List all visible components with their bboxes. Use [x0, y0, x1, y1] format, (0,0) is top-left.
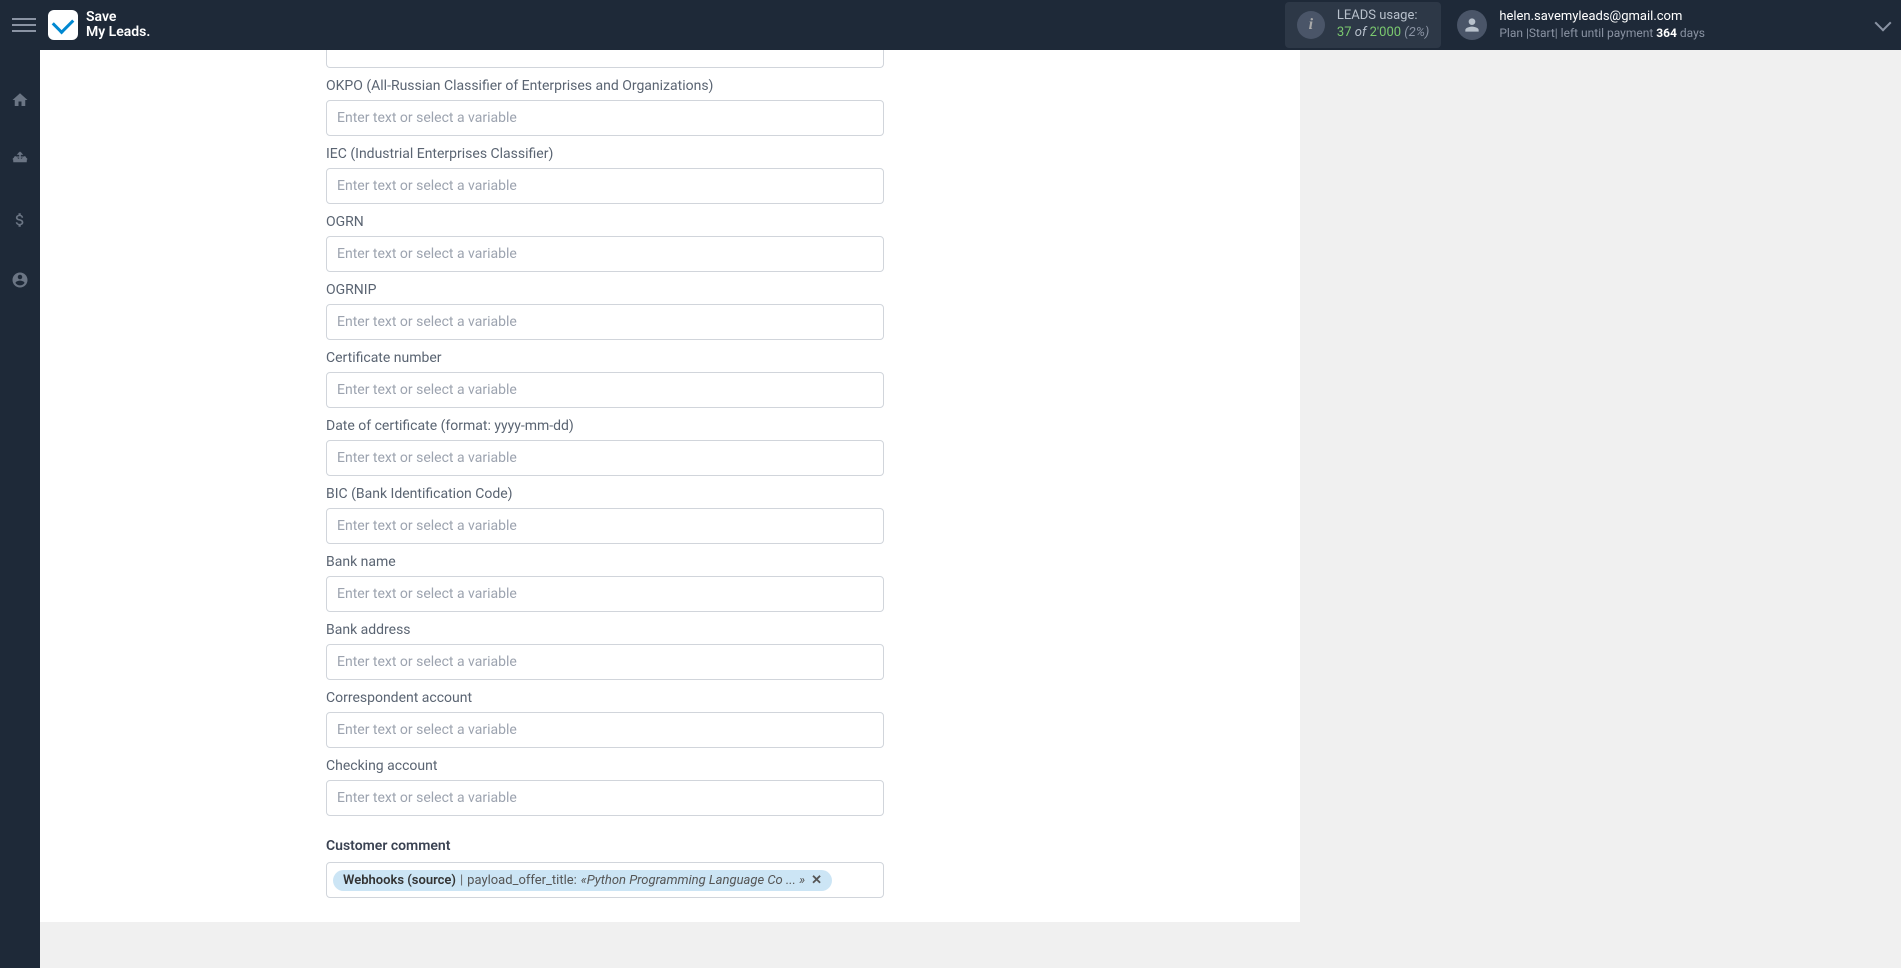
field-label: Checking account [326, 758, 1270, 774]
field-input[interactable] [326, 712, 884, 748]
field-label: OKPO (All-Russian Classifier of Enterpri… [326, 78, 1270, 94]
menu-icon[interactable] [12, 13, 36, 37]
field-label: Date of certificate (format: yyyy-mm-dd) [326, 418, 1270, 434]
main-content: OKPO (All-Russian Classifier of Enterpri… [40, 50, 1901, 968]
form-group: OGRN [326, 214, 1270, 272]
field-label: Bank name [326, 554, 1270, 570]
user-area[interactable]: helen.savemyleads@gmail.com Plan |Start|… [1457, 9, 1889, 41]
brand-logo[interactable]: Save My Leads. [48, 10, 150, 41]
user-email: helen.savemyleads@gmail.com [1499, 9, 1705, 26]
field-input[interactable] [326, 508, 884, 544]
tag-value: «Python Programming Language Co ... » [581, 873, 805, 888]
logo-icon [48, 10, 78, 40]
field-input[interactable] [326, 168, 884, 204]
form-group: Bank name [326, 554, 1270, 612]
user-plan: Plan |Start| left until payment 364 days [1499, 26, 1705, 42]
form-group: Correspondent account [326, 690, 1270, 748]
form-group: Date of certificate (format: yyyy-mm-dd) [326, 418, 1270, 476]
tag-payload: payload_offer_title: [467, 873, 577, 888]
comment-tag-input[interactable]: Webhooks (source) | payload_offer_title:… [326, 862, 884, 898]
field-input[interactable] [326, 440, 884, 476]
tag-pill: Webhooks (source) | payload_offer_title:… [333, 870, 832, 891]
form-group: Checking account [326, 758, 1270, 816]
form-group: OKPO (All-Russian Classifier of Enterpri… [326, 78, 1270, 136]
usage-of: of [1355, 25, 1367, 40]
left-sidebar [0, 50, 40, 968]
field-input[interactable] [326, 100, 884, 136]
header-right: i LEADS usage: 37 of 2'000 (2%) helen.sa… [1285, 2, 1889, 48]
sidebar-account[interactable] [0, 260, 40, 300]
usage-text: LEADS usage: 37 of 2'000 (2%) [1337, 8, 1429, 42]
usage-values: 37 of 2'000 (2%) [1337, 25, 1429, 42]
usage-used: 37 [1337, 25, 1352, 40]
field-input[interactable] [326, 576, 884, 612]
tag-source: Webhooks (source) [343, 873, 456, 888]
content-panel: OKPO (All-Russian Classifier of Enterpri… [40, 50, 1300, 922]
plan-name: Start [1529, 26, 1555, 40]
brand-text: Save My Leads. [86, 10, 150, 41]
brand-line1: Save [86, 10, 150, 25]
form-container: OKPO (All-Russian Classifier of Enterpri… [40, 50, 1300, 902]
plan-days: 364 [1656, 26, 1677, 40]
form-group: IEC (Industrial Enterprises Classifier) [326, 146, 1270, 204]
leads-usage-box[interactable]: i LEADS usage: 37 of 2'000 (2%) [1285, 2, 1441, 48]
tag-pipe: | [460, 873, 463, 888]
form-group: OGRNIP [326, 282, 1270, 340]
field-label: OGRNIP [326, 282, 1270, 298]
field-label: BIC (Bank Identification Code) [326, 486, 1270, 502]
field-input[interactable] [326, 236, 884, 272]
field-input[interactable] [326, 372, 884, 408]
field-label: Certificate number [326, 350, 1270, 366]
sidebar-billing[interactable] [0, 200, 40, 240]
sidebar-home[interactable] [0, 80, 40, 120]
usage-pct: (2%) [1404, 25, 1429, 40]
chevron-down-icon[interactable] [1875, 14, 1892, 31]
usage-total: 2'000 [1370, 25, 1402, 40]
brand-line2: My Leads. [86, 25, 150, 40]
field-input[interactable] [326, 780, 884, 816]
field-label: Bank address [326, 622, 1270, 638]
plan-prefix: Plan | [1499, 26, 1529, 40]
field-label: IEC (Industrial Enterprises Classifier) [326, 146, 1270, 162]
plan-suffix: days [1677, 26, 1705, 40]
comment-label: Customer comment [326, 838, 1270, 854]
form-group: Certificate number [326, 350, 1270, 408]
field-input[interactable] [326, 304, 884, 340]
tag-close-icon[interactable]: ✕ [811, 873, 822, 888]
field-label: Correspondent account [326, 690, 1270, 706]
user-details: helen.savemyleads@gmail.com Plan |Start|… [1499, 9, 1705, 41]
top-header: Save My Leads. i LEADS usage: 37 of 2'00… [0, 0, 1901, 50]
info-icon: i [1297, 11, 1325, 39]
field-label: OGRN [326, 214, 1270, 230]
usage-label: LEADS usage: [1337, 8, 1429, 25]
avatar-icon [1457, 10, 1487, 40]
field-input[interactable] [326, 644, 884, 680]
sidebar-connections[interactable] [0, 140, 40, 180]
form-group: BIC (Bank Identification Code) [326, 486, 1270, 544]
form-group: Bank address [326, 622, 1270, 680]
partial-input-top[interactable] [326, 50, 884, 68]
plan-mid: | left until payment [1555, 26, 1657, 40]
